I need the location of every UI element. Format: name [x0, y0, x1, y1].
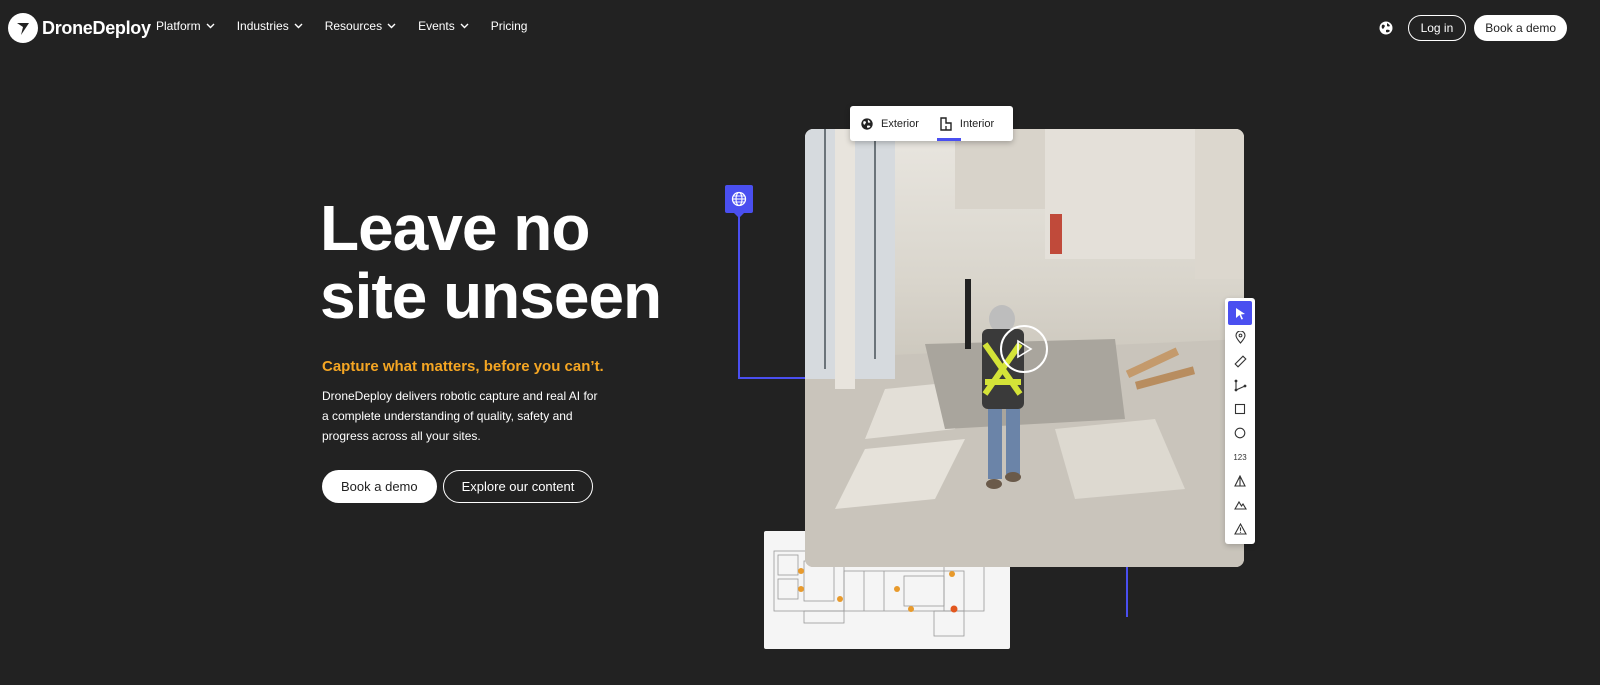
hero-cta-group: Book a demo Explore our content — [322, 470, 594, 503]
map-pin-globe[interactable] — [725, 185, 753, 218]
tab-label: Interior — [959, 117, 995, 130]
tool-issue[interactable] — [1228, 517, 1252, 541]
count-icon: 123 — [1233, 452, 1247, 462]
nav-item-industries[interactable]: Industries — [237, 19, 303, 33]
pointer-icon — [1235, 307, 1245, 319]
tool-circle[interactable] — [1228, 421, 1252, 445]
main-menu: Platform Industries Resources Events Pri… — [156, 19, 549, 33]
tab-exterior[interactable]: Exterior — [850, 106, 929, 141]
hero-title-line1: Leave no — [320, 192, 590, 264]
tool-polyline[interactable] — [1228, 373, 1252, 397]
ruler-icon — [1233, 354, 1247, 368]
nav-item-resources[interactable]: Resources — [325, 19, 396, 33]
chevron-down-icon — [460, 23, 469, 29]
globe-icon — [861, 117, 873, 130]
nav-item-platform[interactable]: Platform — [156, 19, 215, 33]
explore-content-button[interactable]: Explore our content — [442, 470, 594, 503]
book-demo-button[interactable]: Book a demo — [322, 470, 437, 503]
connector-line — [1126, 565, 1128, 617]
brand-name: DroneDeploy — [42, 17, 151, 38]
nav-item-pricing[interactable]: Pricing — [491, 19, 528, 33]
nav-item-label: Pricing — [490, 19, 528, 33]
login-button[interactable]: Log in — [1407, 15, 1467, 41]
nav-item-events[interactable]: Events — [418, 19, 469, 33]
logo[interactable]: DroneDeploy — [8, 13, 151, 43]
tool-elevation[interactable] — [1228, 493, 1252, 517]
hero-title: Leave no site unseen — [320, 194, 700, 330]
tool-pointer[interactable] — [1228, 301, 1252, 325]
connector-line — [738, 377, 808, 379]
floorplan-icon — [940, 116, 952, 131]
nav-item-label: Resources — [324, 19, 383, 33]
circle-icon — [1234, 427, 1246, 439]
chevron-down-icon — [387, 23, 396, 29]
nav-item-label: Events — [418, 19, 455, 33]
globe-icon — [731, 191, 747, 207]
rectangle-icon — [1234, 403, 1246, 415]
location-pin-icon — [1234, 330, 1246, 344]
tool-measure[interactable] — [1228, 349, 1252, 373]
chevron-down-icon — [206, 23, 215, 29]
nav-item-label: Platform — [156, 19, 201, 33]
hero-subtitle: Capture what matters, before you can’t. — [322, 358, 604, 375]
dronedeploy-logo-icon — [8, 13, 38, 43]
hero-description: DroneDeploy delivers robotic capture and… — [322, 389, 598, 443]
book-demo-nav-button[interactable]: Book a demo — [1474, 15, 1567, 41]
warning-icon — [1233, 523, 1247, 535]
globe-icon[interactable] — [1378, 20, 1394, 36]
tool-volume[interactable] — [1228, 469, 1252, 493]
view-mode-tabs: Exterior Interior — [850, 106, 1013, 141]
play-icon — [1017, 339, 1033, 359]
volume-icon — [1234, 475, 1246, 487]
annotation-toolbar: 123 — [1225, 298, 1255, 544]
tab-interior[interactable]: Interior — [929, 106, 1004, 141]
top-nav: DroneDeploy Platform Industries Resource… — [0, 0, 1600, 56]
connector-line — [738, 215, 740, 378]
polyline-icon — [1234, 379, 1246, 391]
hero-title-line2: site unseen — [320, 260, 662, 332]
nav-item-label: Industries — [236, 19, 289, 33]
elevation-icon — [1233, 500, 1247, 510]
chevron-down-icon — [294, 23, 303, 29]
tab-label: Exterior — [881, 117, 919, 130]
tool-count[interactable]: 123 — [1228, 445, 1252, 469]
play-video-button[interactable] — [1000, 325, 1048, 373]
tool-rectangle[interactable] — [1228, 397, 1252, 421]
nav-actions: Log in Book a demo — [1378, 15, 1567, 41]
tool-location[interactable] — [1228, 325, 1252, 349]
